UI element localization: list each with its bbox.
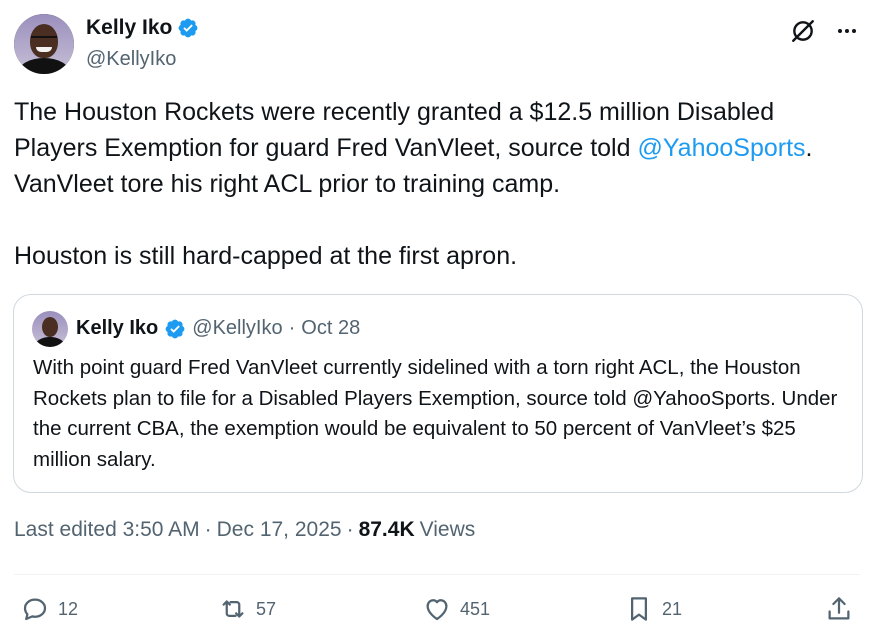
bookmark-count: 21 [662, 598, 683, 619]
views-count: 87.4K [358, 518, 415, 541]
reply-count: 12 [58, 598, 79, 619]
verified-badge-icon [165, 319, 185, 338]
more-icon[interactable] [834, 18, 860, 44]
tweet-line: Houston is still hard-capped at the firs… [14, 242, 518, 270]
separator: · [288, 317, 296, 339]
reply-button[interactable]: 12 [20, 590, 78, 628]
tweet-header: Kelly Iko @KellyIko [14, 14, 860, 74]
tweet-line: Players Exemption for guard Fred VanVlee… [14, 130, 860, 166]
author-name-row[interactable]: Kelly Iko [86, 16, 199, 40]
tweet-line: VanVleet tore his right ACL prior to tra… [14, 170, 561, 198]
bookmark-button[interactable]: 21 [624, 590, 682, 628]
quoted-author-name: Kelly Iko [76, 317, 159, 339]
author-name[interactable]: Kelly Iko [86, 16, 172, 40]
share-icon [828, 597, 850, 620]
divider [14, 574, 860, 575]
separator: · [204, 518, 212, 541]
like-count: 451 [460, 598, 491, 619]
verified-badge-icon [178, 18, 198, 38]
grok-icon[interactable] [790, 18, 816, 44]
tweet-text-segment: Players Exemption for guard Fred VanVlee… [14, 134, 638, 162]
repost-button[interactable]: 57 [218, 590, 276, 628]
separator: · [346, 518, 354, 541]
tweet-line: The Houston Rockets were recently grante… [14, 98, 775, 126]
quoted-meta: Kelly Iko @KellyIko · Oct 28 [76, 317, 360, 340]
views-label: Views [419, 518, 476, 541]
repost-icon [222, 600, 244, 618]
quoted-avatar [32, 311, 68, 347]
avatar[interactable] [14, 14, 74, 74]
tweet-date[interactable]: Dec 17, 2025 [217, 518, 342, 542]
reply-icon [23, 598, 47, 621]
share-button[interactable] [824, 590, 854, 628]
tweet-text: The Houston Rockets were recently grante… [14, 94, 860, 274]
mention-link[interactable]: @YahooSports [637, 134, 805, 162]
like-icon [426, 599, 448, 621]
quoted-text: With point guard Fred VanVleet currently… [33, 356, 838, 471]
repost-count: 57 [256, 598, 277, 619]
edited-label[interactable]: Last edited 3:50 AM [14, 518, 200, 542]
tweet-text-segment: . [805, 134, 813, 162]
tweet-meta: Last edited 3:50 AM · Dec 17, 2025 · 87.… [14, 518, 475, 542]
quoted-date: Oct 28 [301, 317, 361, 339]
like-button[interactable]: 451 [422, 590, 490, 628]
quoted-author-handle: @KellyIko [192, 317, 283, 339]
bookmark-icon [631, 597, 647, 621]
action-bar: 12 57 451 21 [14, 590, 860, 628]
quoted-tweet[interactable]: Kelly Iko @KellyIko · Oct 28 With point … [13, 294, 863, 493]
author-handle[interactable]: @KellyIko [86, 48, 176, 71]
